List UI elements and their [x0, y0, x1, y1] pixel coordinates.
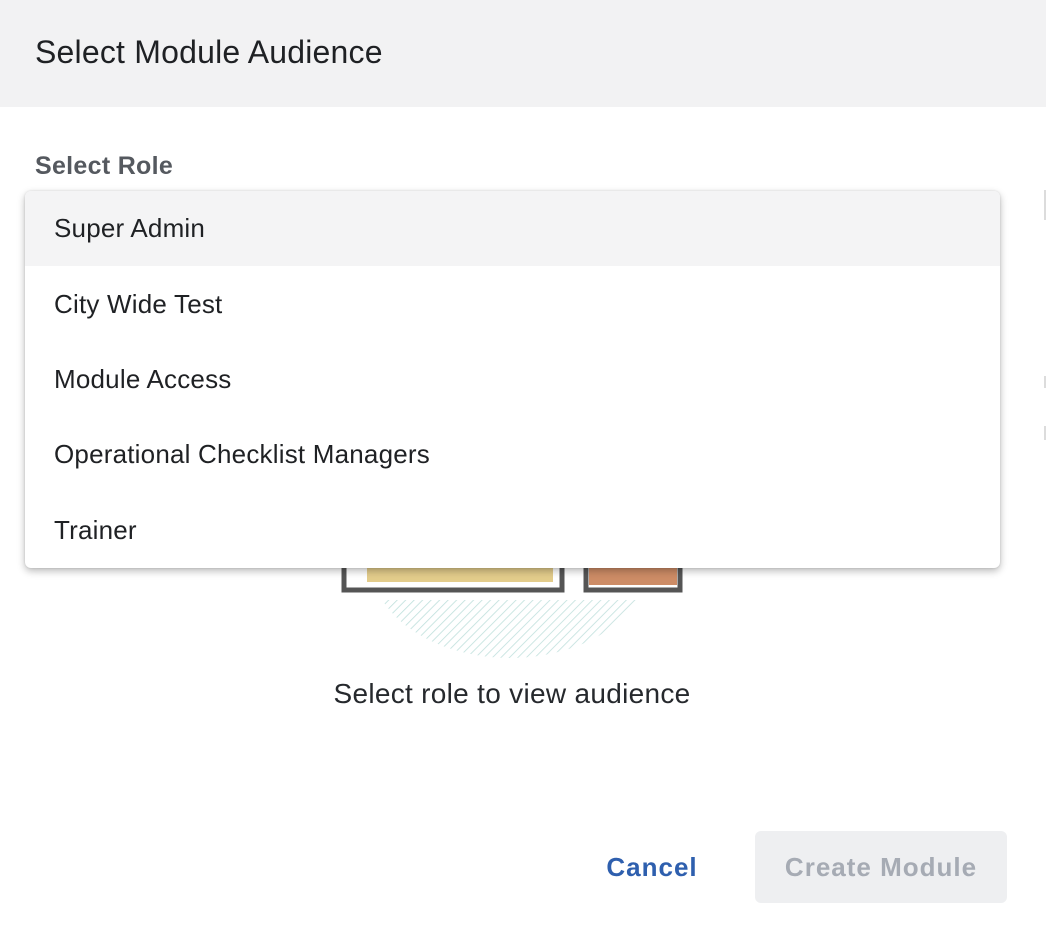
role-option-module-access[interactable]: Module Access [25, 342, 1000, 417]
role-option-operational-checklist-managers[interactable]: Operational Checklist Managers [25, 417, 1000, 492]
dialog-title: Select Module Audience [35, 34, 383, 70]
cancel-button[interactable]: Cancel [596, 832, 708, 902]
role-option-city-wide-test[interactable]: City Wide Test [25, 266, 1000, 341]
create-module-button[interactable]: Create Module [755, 831, 1007, 903]
role-dropdown-menu: Super Admin City Wide Test Module Access… [25, 191, 1000, 568]
empty-state-message: Select role to view audience [333, 678, 691, 709]
dialog-header: Select Module Audience [0, 0, 1046, 107]
select-role-label: Select Role [35, 152, 174, 180]
role-option-trainer[interactable]: Trainer [25, 493, 1000, 568]
select-module-audience-dialog: Select Module Audience Select Role Selec… [0, 0, 1046, 952]
role-option-super-admin[interactable]: Super Admin [25, 191, 1000, 267]
